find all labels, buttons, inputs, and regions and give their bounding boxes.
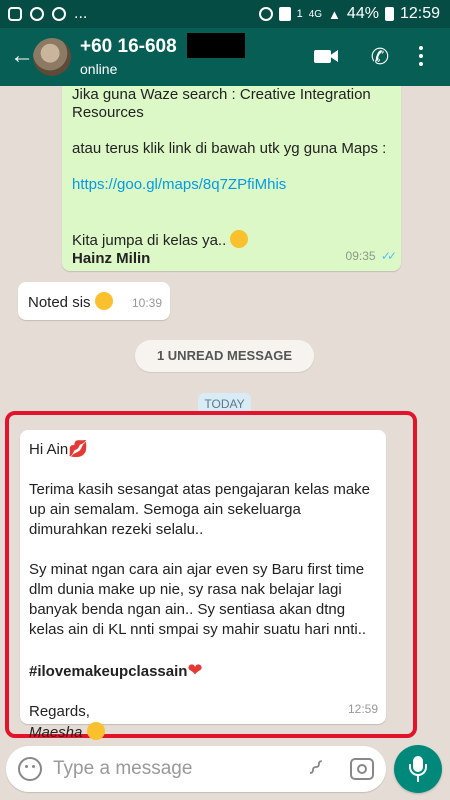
signal-icon: ▲ xyxy=(328,6,341,22)
message-meta: 09:35 ✓✓ xyxy=(345,249,398,263)
status-bar: ... 1 4G ▲ 44% 12:59 xyxy=(0,0,450,28)
message-text: Sy minat ngan cara ain ajar even sy Baru… xyxy=(29,561,367,638)
contact-status: online xyxy=(80,61,118,77)
phone-icon[interactable]: ✆ xyxy=(367,44,393,70)
message-text: Jika guna Waze search : Creative Integra… xyxy=(72,86,371,121)
outgoing-message[interactable]: Jika guna Waze search : Creative Integra… xyxy=(62,86,401,271)
message-input[interactable] xyxy=(53,754,293,784)
contact-name[interactable]: +60 16-608 xyxy=(80,36,177,58)
message-text: Regards, xyxy=(29,703,90,720)
sender-name: Hainz Milin xyxy=(72,250,151,267)
status-overflow: ... xyxy=(74,5,88,22)
video-call-icon[interactable] xyxy=(314,44,340,70)
compose-bar: ⌇ xyxy=(6,746,386,792)
avatar[interactable] xyxy=(33,38,71,76)
unread-divider: 1 UNREAD MESSAGE xyxy=(135,340,314,372)
message-text: atau terus klik link di bawah utk yg gun… xyxy=(72,140,387,157)
hashtag: #ilovemakeupclassain xyxy=(29,663,188,680)
status-time: 12:59 xyxy=(399,5,440,22)
emoji-icon[interactable] xyxy=(18,757,42,781)
message-text: Kita jumpa di kelas ya.. xyxy=(72,232,227,249)
mic-button[interactable] xyxy=(394,745,442,793)
messenger-icon xyxy=(52,7,66,21)
message-line: Hi Ain💋 xyxy=(29,440,377,460)
kiss-emoji-icon xyxy=(86,722,105,740)
chat-area[interactable]: Jika guna Waze search : Creative Integra… xyxy=(0,86,450,740)
message-time: 09:35 xyxy=(345,249,376,263)
battery-level: 44% xyxy=(346,5,379,22)
battery-icon xyxy=(384,7,394,21)
chat-header: ← +60 16-608 online ✆ xyxy=(0,28,450,86)
read-ticks-icon: ✓✓ xyxy=(380,249,397,263)
sim-icon xyxy=(278,7,291,21)
message-line: #ilovemakeupclassain❤ xyxy=(29,660,377,682)
paperclip-icon[interactable]: ⌇ xyxy=(297,750,332,785)
alarm-icon xyxy=(258,7,273,21)
arrow-left-icon[interactable]: ← xyxy=(10,44,34,68)
heart-emoji-icon: ❤ xyxy=(187,660,203,680)
instagram-icon xyxy=(8,7,22,21)
signature: Maesha xyxy=(29,724,83,740)
message-line: Maesha xyxy=(29,722,377,740)
camera-icon[interactable] xyxy=(350,758,374,780)
network-type: 4G xyxy=(308,8,323,20)
message-text: Terima kasih sesangat atas pengajaran ke… xyxy=(29,481,371,538)
message-time: 12:59 xyxy=(347,702,378,716)
incoming-message[interactable]: Hi Ain💋 Terima kasih sesangat atas penga… xyxy=(20,430,386,740)
redaction-bar xyxy=(187,33,245,58)
more-vert-icon[interactable] xyxy=(416,44,426,70)
message-line: Kita jumpa di kelas ya.. xyxy=(72,230,391,250)
message-time: 10:39 xyxy=(131,296,162,310)
maps-link[interactable]: https://goo.gl/maps/8q7ZPfiMhis xyxy=(72,176,391,194)
lips-emoji-icon: 💋 xyxy=(68,441,89,458)
whatsapp-icon xyxy=(30,7,44,21)
message-text: Noted sis xyxy=(28,294,91,311)
sim-number: 1 xyxy=(296,8,303,20)
message-greeting: Hi Ain xyxy=(29,441,69,458)
incoming-message[interactable]: Noted sis 10:39 xyxy=(18,282,170,320)
kiss-emoji-icon xyxy=(94,292,113,310)
heart-eyes-emoji-icon xyxy=(230,230,249,248)
